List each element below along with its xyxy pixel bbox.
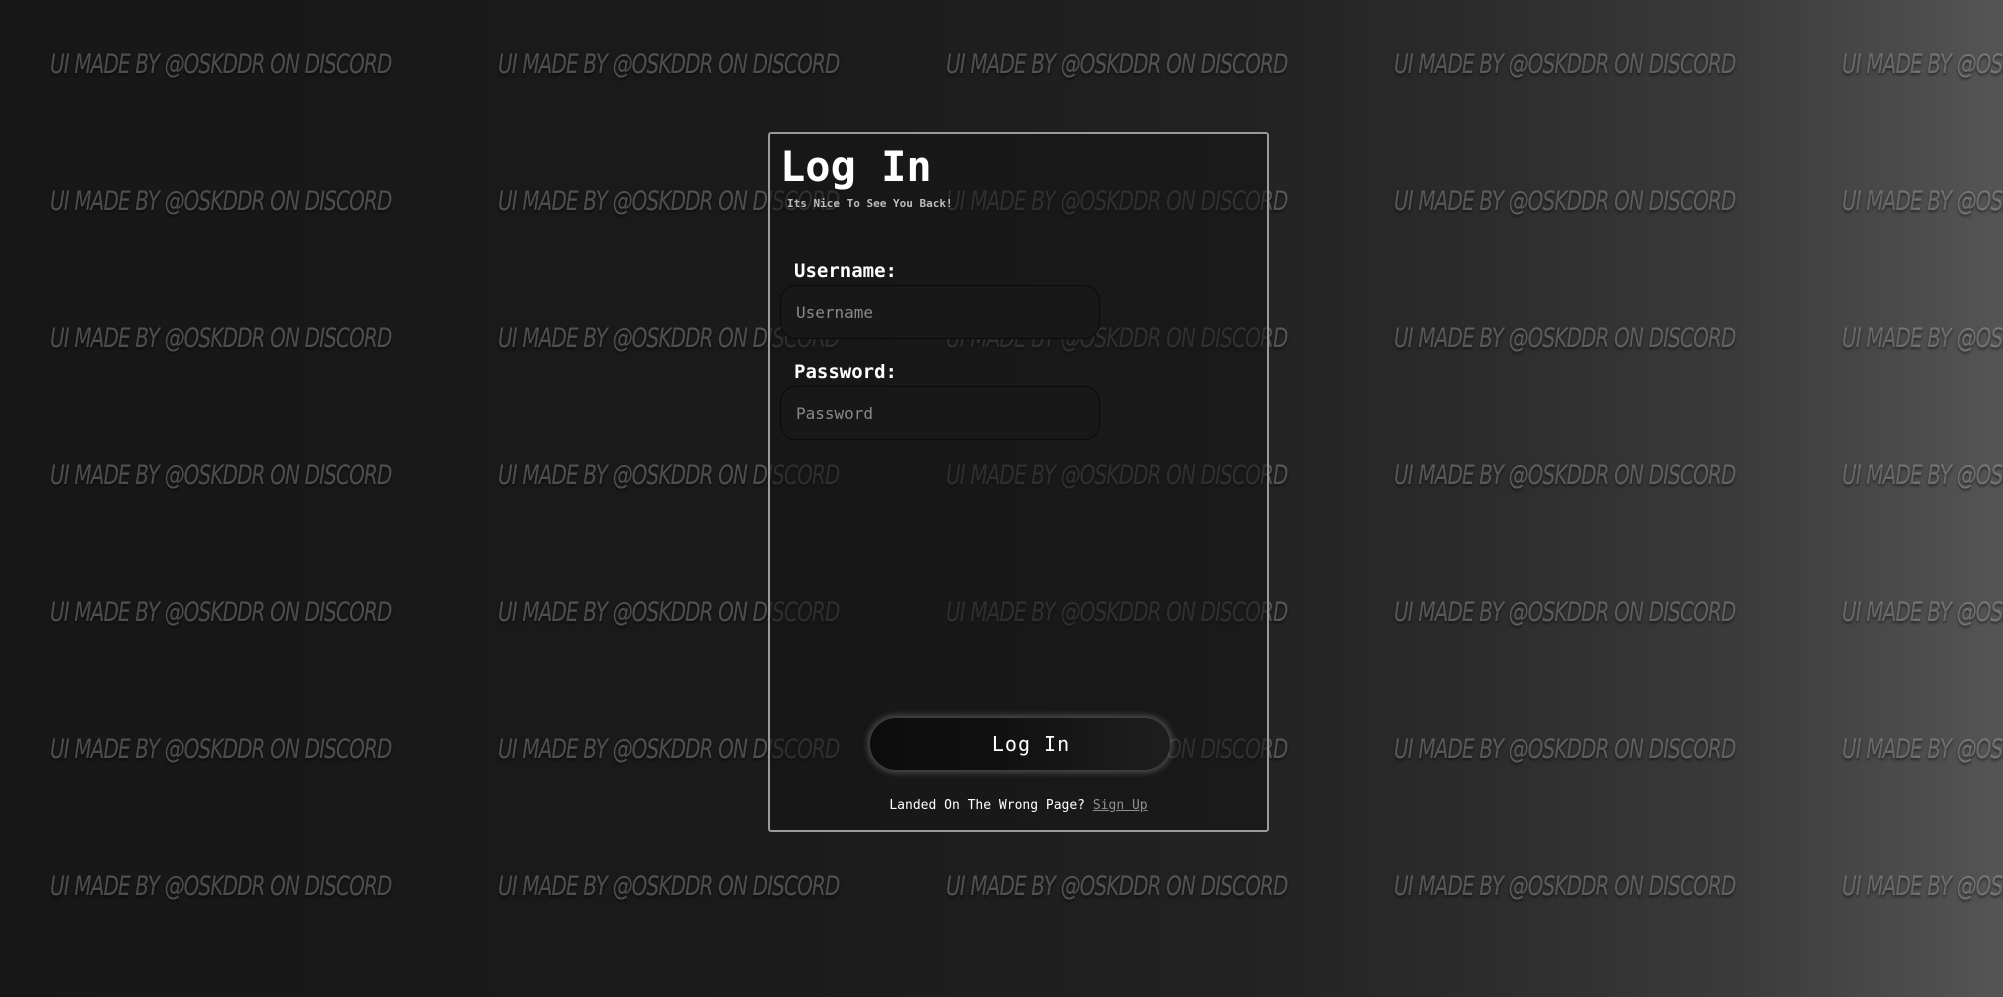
watermark-text: UI MADE BY @OSKDDR ON DISCORD xyxy=(498,871,840,902)
signup-prompt: Landed On The Wrong Page? Sign Up xyxy=(770,798,1267,813)
watermark-text: UI MADE BY @OSKDDR ON DISCORD xyxy=(498,49,840,80)
watermark-text: UI MADE BY @OSKDDR ON DISCORD xyxy=(946,871,1288,902)
signup-link[interactable]: Sign Up xyxy=(1093,798,1148,813)
watermark-text: UI MADE BY @OSKDDR ON DISCORD xyxy=(1394,734,1736,765)
watermark-text: UI MADE BY @OSKDDR ON DISCORD xyxy=(50,597,392,628)
page-subtitle: Its Nice To See You Back! xyxy=(787,197,953,210)
watermark-text: UI MADE BY @OSKDDR ON DISCORD xyxy=(50,186,392,217)
watermark-text: UI MADE BY @OSKDDR ON DISCORD xyxy=(1394,871,1736,902)
password-label: Password: xyxy=(794,361,897,383)
watermark-text: UI MADE BY @OSKDDR ON DISCORD xyxy=(1394,460,1736,491)
username-label: Username: xyxy=(794,260,897,282)
watermark-text: UI MADE BY @OSKDDR ON DISCORD xyxy=(1394,597,1736,628)
watermark-text: UI MADE BY @OSKDDR ON DISCORD xyxy=(1842,871,2003,902)
watermark-text: UI MADE BY @OSKDDR ON DISCORD xyxy=(1394,49,1736,80)
watermark-text: UI MADE BY @OSKDDR ON DISCORD xyxy=(1394,186,1736,217)
watermark-text: UI MADE BY @OSKDDR ON DISCORD xyxy=(1394,323,1736,354)
watermark-text: UI MADE BY @OSKDDR ON DISCORD xyxy=(50,460,392,491)
watermark-text: UI MADE BY @OSKDDR ON DISCORD xyxy=(50,871,392,902)
watermark-text: UI MADE BY @OSKDDR ON DISCORD xyxy=(1842,323,2003,354)
watermark-text: UI MADE BY @OSKDDR ON DISCORD xyxy=(50,49,392,80)
signup-prompt-text: Landed On The Wrong Page? xyxy=(889,798,1086,813)
password-input[interactable] xyxy=(780,386,1100,440)
watermark-text: UI MADE BY @OSKDDR ON DISCORD xyxy=(1842,597,2003,628)
watermark-text: UI MADE BY @OSKDDR ON DISCORD xyxy=(1842,186,2003,217)
watermark-text: UI MADE BY @OSKDDR ON DISCORD xyxy=(50,323,392,354)
login-button[interactable]: Log In xyxy=(870,718,1170,770)
watermark-text: UI MADE BY @OSKDDR ON DISCORD xyxy=(1842,49,2003,80)
login-card: Log In Its Nice To See You Back! Usernam… xyxy=(768,132,1269,832)
username-input[interactable] xyxy=(780,285,1100,339)
watermark-text: UI MADE BY @OSKDDR ON DISCORD xyxy=(50,734,392,765)
watermark-text: UI MADE BY @OSKDDR ON DISCORD xyxy=(946,49,1288,80)
watermark-text: UI MADE BY @OSKDDR ON DISCORD xyxy=(1842,734,2003,765)
page-title: Log In xyxy=(780,142,932,191)
watermark-text: UI MADE BY @OSKDDR ON DISCORD xyxy=(1842,460,2003,491)
